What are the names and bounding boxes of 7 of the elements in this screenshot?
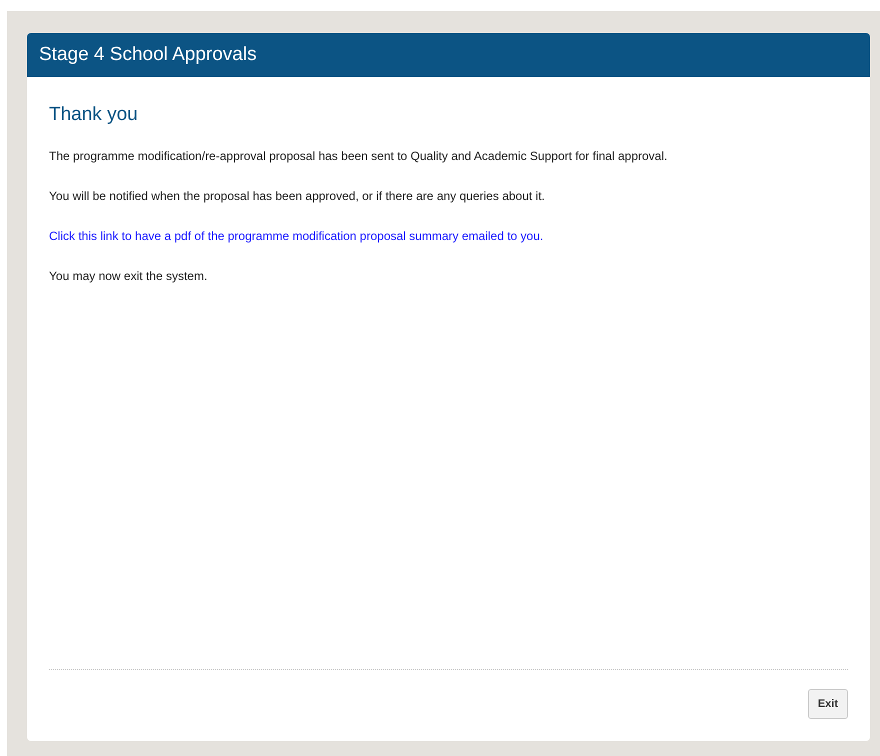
email-pdf-link[interactable]: Click this link to have a pdf of the programme modification proposal summary emailed to you.	[49, 229, 544, 243]
message-text: You may now exit the system.	[49, 269, 208, 284]
message-text: The programme modification/re-approval proposal has been sent to Quality and Academic Support for final approval.	[49, 149, 668, 164]
exit-button[interactable]: Exit	[808, 689, 848, 719]
message-text: You will be notified when the proposal has been approved, or if there are any queries about it.	[49, 189, 546, 204]
heading: Thank you	[49, 104, 139, 126]
panel-title: Stage 4 School Approvals	[39, 44, 257, 66]
